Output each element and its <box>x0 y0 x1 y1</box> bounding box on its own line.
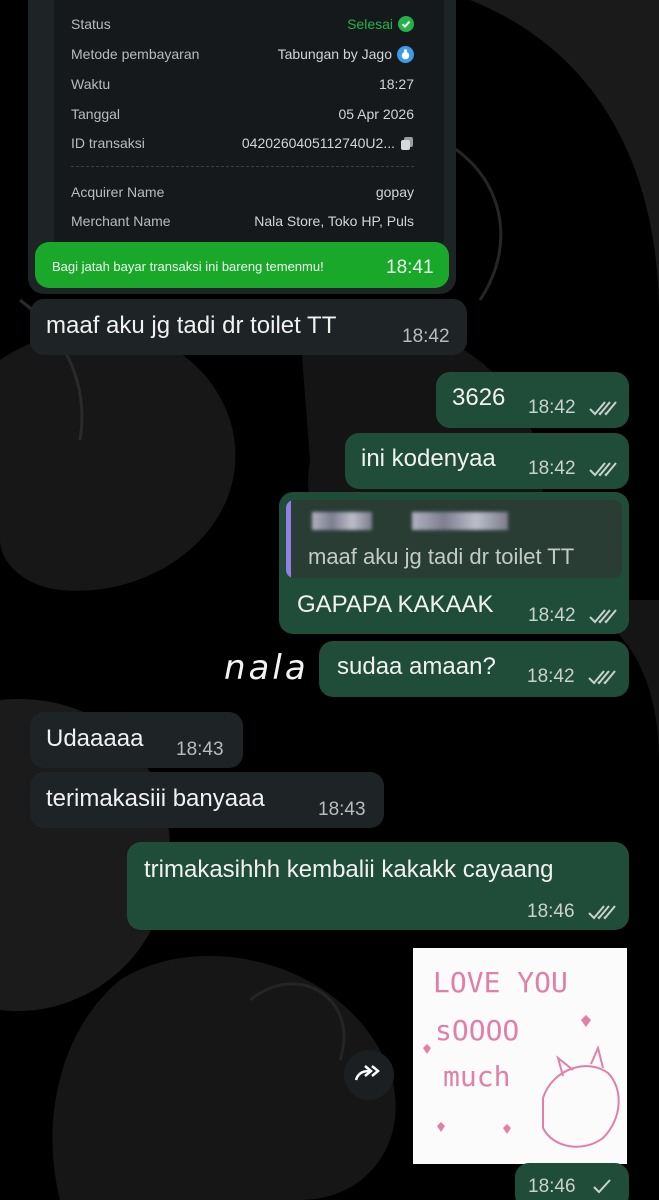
message-time: 18:43 <box>318 799 366 820</box>
double-check-icon <box>589 401 617 416</box>
double-check-icon <box>589 462 617 477</box>
message-time: 18:42 <box>528 397 576 418</box>
message-text: trimakasihhh kembalii kakakk cayaang <box>144 856 554 883</box>
message-text: ini kodenyaa <box>361 445 496 472</box>
row-value: 18:27 <box>378 76 414 92</box>
message-time: 18:42 <box>528 605 576 626</box>
message-time: 18:42 <box>528 458 576 479</box>
message-text: terimakasiii banyaaa <box>46 785 265 812</box>
copy-icon[interactable] <box>400 136 414 151</box>
row-value: Nala Store, Toko HP, Puls <box>254 213 414 229</box>
row-label: Status <box>71 16 111 32</box>
receipt-row-payment-method: Metode pembayaran Tabungan by Jago <box>71 41 414 67</box>
transaction-id-text: 0420260405112740U2... <box>241 135 395 151</box>
jago-icon <box>397 45 414 63</box>
sticker-line-3: much <box>443 1060 510 1093</box>
row-label: Merchant Name <box>71 213 171 229</box>
row-label: Metode pembayaran <box>71 46 200 62</box>
message-text: 3626 <box>452 384 506 411</box>
image-message-footer[interactable]: 18:46 <box>515 1163 629 1200</box>
outgoing-message[interactable]: trimakasihhh kembalii kakakk cayaang 18:… <box>127 842 629 930</box>
message-text: Udaaaaa <box>46 725 144 752</box>
outgoing-message[interactable]: sudaa amaan? 18:42 <box>319 641 629 697</box>
incoming-message[interactable]: maaf aku jg tadi dr toilet TT 18:42 <box>30 299 467 355</box>
quoted-text: maaf aku jg tadi dr toilet TT <box>308 544 575 569</box>
row-label: Waktu <box>71 76 111 92</box>
message-time: 18:42 <box>402 326 450 347</box>
receipt-row-status: Status Selesai <box>71 11 414 37</box>
forward-icon <box>354 1065 380 1081</box>
payment-method-text: Tabungan by Jago <box>277 46 392 62</box>
sticker-line-2: sOOOO <box>435 1014 519 1047</box>
message-time: 18:42 <box>527 666 575 687</box>
row-label: ID transaksi <box>71 135 145 151</box>
split-bill-text: Bagi jatah bayar transaksi ini bareng te… <box>52 259 324 274</box>
message-time: 18:43 <box>176 739 224 760</box>
row-label: Acquirer Name <box>71 184 165 200</box>
message-text: sudaa amaan? <box>337 653 496 680</box>
row-value: 0420260405112740U2... <box>242 135 414 151</box>
check-circle-icon <box>398 16 414 32</box>
receipt-divider <box>71 166 414 167</box>
status-text: Selesai <box>347 16 393 32</box>
status-value: Selesai <box>347 16 414 32</box>
sticker-line-1: LOVE YOU <box>433 966 568 999</box>
receipt-row-date: Tanggal 05 Apr 2026 <box>71 101 414 127</box>
message-time: 18:46 <box>527 901 575 922</box>
double-check-icon <box>588 905 616 920</box>
quoted-message[interactable]: maaf aku jg tadi dr toilet TT <box>286 500 622 578</box>
handwritten-name: nala <box>224 648 309 688</box>
quote-accent-bar <box>286 500 291 578</box>
receipt-row-merchant: Merchant Name Nala Store, Toko HP, Puls <box>71 208 414 234</box>
incoming-message[interactable]: terimakasiii banyaaa 18:43 <box>30 772 384 828</box>
forward-button[interactable] <box>344 1050 394 1100</box>
double-check-icon <box>588 670 616 685</box>
message-time: 18:41 <box>386 257 434 278</box>
receipt-row-acquirer: Acquirer Name gopay <box>71 179 414 205</box>
message-text: GAPAPA KAKAAK <box>297 591 494 618</box>
outgoing-message[interactable]: ini kodenyaa 18:42 <box>345 433 629 489</box>
love-you-drawing: LOVE YOU sOOOO much <box>423 966 620 1148</box>
message-text: maaf aku jg tadi dr toilet TT <box>46 312 337 339</box>
double-check-icon <box>589 609 617 624</box>
blurred-sender-name <box>412 512 508 530</box>
check-icon <box>593 1179 611 1194</box>
outgoing-message[interactable]: 3626 18:42 <box>436 372 629 428</box>
receipt-row-transaction-id: ID transaksi 0420260405112740U2... <box>71 130 414 156</box>
row-label: Tanggal <box>71 106 121 122</box>
row-value: gopay <box>375 184 414 200</box>
row-value: 05 Apr 2026 <box>338 106 414 122</box>
message-time: 18:46 <box>528 1176 576 1197</box>
row-value: Tabungan by Jago <box>277 45 414 63</box>
incoming-message[interactable]: Udaaaaa 18:43 <box>30 712 243 768</box>
receipt-row-time: Waktu 18:27 <box>71 71 414 97</box>
blurred-sender-name <box>312 512 372 530</box>
love-you-image[interactable]: LOVE YOU sOOOO much <box>413 948 627 1164</box>
